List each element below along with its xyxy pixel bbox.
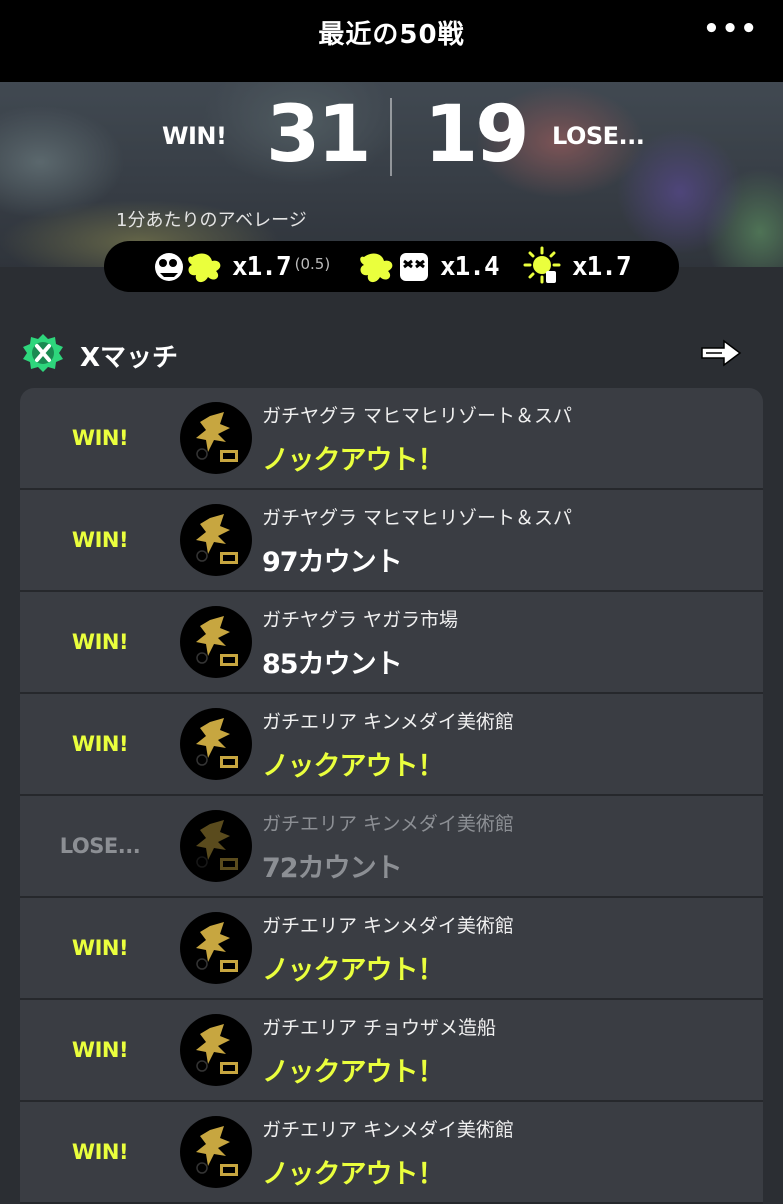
battle-result: WIN! (71, 936, 129, 960)
weapon-icon (180, 810, 252, 882)
x-match-section-header: Xマッチ (22, 333, 762, 373)
deaths-value: x1.4 (440, 251, 500, 282)
battle-mode-stage: ガチエリア キンメダイ美術館 (262, 711, 514, 733)
weapon-icon (180, 1014, 252, 1086)
section-title: Xマッチ (80, 343, 179, 373)
win-count: 31 (266, 90, 372, 180)
weapon-icon (180, 606, 252, 678)
battle-result: WIN! (71, 426, 129, 450)
battle-row[interactable]: WIN! ガチエリア チョウザメ造船ノックアウト！ (20, 1000, 763, 1102)
battle-outcome: ノックアウト！ (262, 1057, 444, 1088)
battle-mode-stage: ガチエリア キンメダイ美術館 (262, 813, 514, 835)
stat-deaths: x1.4 (360, 241, 500, 292)
score-divider (390, 98, 392, 176)
score-summary: WIN! 31 19 LOSE... 1分あたりのアベレージ (0, 82, 783, 267)
weapon-icon (180, 1116, 252, 1188)
battle-result: WIN! (71, 1038, 129, 1062)
battle-outcome: ノックアウト！ (262, 445, 444, 476)
battle-mode-stage: ガチヤグラ マヒマヒリゾート＆スパ (262, 405, 573, 427)
weapon-icon (180, 402, 252, 474)
kills-value: x1.7 (232, 251, 292, 282)
battle-row[interactable]: LOSE... ガチエリア キンメダイ美術館 72カウント (20, 796, 763, 898)
top-bar: 最近の50戦 ••• (0, 0, 783, 82)
battle-outcome: 85カウント (262, 649, 403, 680)
special-sun-icon (523, 246, 561, 283)
splatted-death-icon (360, 252, 428, 282)
average-label: 1分あたりのアベレージ (116, 210, 307, 231)
battle-outcome: 97カウント (262, 547, 403, 578)
stat-kills: x1.7 (0.5) (152, 241, 330, 292)
splat-kill-icon (155, 252, 221, 282)
specials-value: x1.7 (572, 251, 632, 282)
battle-result: WIN! (71, 528, 129, 552)
assists-value: (0.5) (294, 254, 331, 273)
battle-outcome: 72カウント (262, 853, 403, 884)
battle-mode-stage: ガチヤグラ ヤガラ市場 (262, 609, 459, 631)
average-stats-bar: x1.7 (0.5) x1.4 x1.7 (104, 241, 679, 292)
battle-outcome: ノックアウト！ (262, 955, 444, 986)
battle-row[interactable]: WIN! ガチエリア キンメダイ美術館ノックアウト！ (20, 1102, 763, 1204)
stat-specials: x1.7 (522, 241, 632, 292)
battle-row[interactable]: WIN! ガチエリア キンメダイ美術館ノックアウト！ (20, 694, 763, 796)
weapon-icon (180, 912, 252, 984)
battle-result: WIN! (71, 630, 129, 654)
page-title: 最近の50戦 (318, 20, 465, 50)
more-options-icon[interactable]: ••• (703, 14, 759, 44)
battle-row[interactable]: WIN! ガチヤグラ ヤガラ市場 85カウント (20, 592, 763, 694)
lose-count: 19 (424, 90, 530, 180)
x-match-badge-icon (23, 334, 63, 372)
battle-outcome: ノックアウト！ (262, 751, 444, 782)
arrow-right-icon[interactable] (700, 339, 742, 367)
battle-row[interactable]: WIN! ガチヤグラ マヒマヒリゾート＆スパ 97カウント (20, 490, 763, 592)
battle-mode-stage: ガチエリア キンメダイ美術館 (262, 915, 514, 937)
lose-label: LOSE... (552, 122, 645, 150)
battle-result: WIN! (71, 732, 129, 756)
weapon-icon (180, 504, 252, 576)
battle-list: WIN! ガチヤグラ マヒマヒリゾート＆スパ ノックアウト！ WIN! ガチヤグラ マヒ… (20, 388, 763, 1204)
battle-result: WIN! (71, 1140, 129, 1164)
battle-row[interactable]: WIN! ガチヤグラ マヒマヒリゾート＆スパノックアウト！ (20, 388, 763, 490)
battle-outcome: ノックアウト！ (262, 1159, 444, 1190)
battle-row[interactable]: WIN! ガチエリア キンメダイ美術館ノックアウト！ (20, 898, 763, 1000)
win-label: WIN! (162, 122, 227, 150)
battle-result: LOSE... (59, 834, 141, 858)
battle-mode-stage: ガチエリア チョウザメ造船 (262, 1017, 497, 1039)
weapon-icon (180, 708, 252, 780)
battle-mode-stage: ガチヤグラ マヒマヒリゾート＆スパ (262, 507, 573, 529)
battle-mode-stage: ガチエリア キンメダイ美術館 (262, 1119, 514, 1141)
